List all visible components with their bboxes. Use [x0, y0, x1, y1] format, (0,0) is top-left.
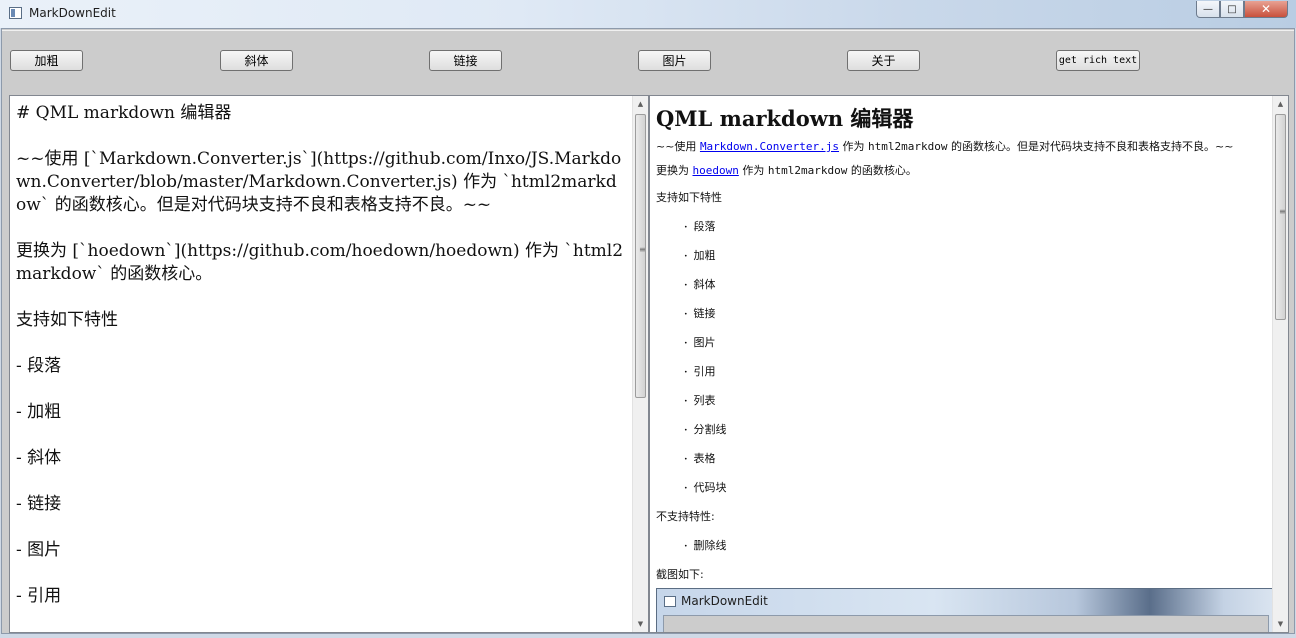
editor-scrollbar[interactable]: ▲ ≡ ▼	[632, 96, 648, 632]
image-button[interactable]: 图片	[638, 50, 711, 71]
list-item: 代码块	[684, 479, 1270, 495]
main-window: 加粗 斜体 链接 图片 关于 get rich text # QML markd…	[1, 28, 1295, 634]
inline-code: html2markdow	[767, 164, 848, 177]
window-title: MarkDownEdit	[29, 6, 116, 20]
screenshot-title: MarkDownEdit	[681, 594, 768, 608]
app-icon	[664, 596, 676, 607]
window-controls: — □ ✕	[1196, 1, 1288, 19]
features-list: 段落 加粗 斜体 链接 图片 引用 列表 分割线 表格 代码块	[656, 218, 1270, 495]
preview-text: 作为	[839, 140, 869, 153]
link-button[interactable]: 链接	[429, 50, 502, 71]
grip-icon: ≡	[639, 245, 646, 254]
editor-line: ~~使用 [`Markdown.Converter.js`](https://g…	[16, 149, 622, 215]
list-item: 图片	[684, 334, 1270, 350]
inline-code: html2markdow	[868, 140, 948, 153]
list-item: 链接	[684, 305, 1270, 321]
markdown-editor[interactable]: # QML markdown 编辑器 ~~使用 [`Markdown.Conve…	[9, 95, 649, 633]
preview-heading: QML markdown 编辑器	[656, 106, 914, 131]
preview-text: 的函数核心。但是对代码块支持不良和表格支持不良。~~	[947, 140, 1234, 153]
html-preview: QML markdown 编辑器 ~~使用 Markdown.Converter…	[649, 95, 1289, 633]
editor-line: - 引用	[16, 586, 62, 606]
hoedown-link[interactable]: hoedown	[693, 164, 739, 177]
editor-line: - 链接	[16, 494, 62, 514]
get-rich-text-button[interactable]: get rich text	[1056, 50, 1140, 71]
editor-line: - 加粗	[16, 402, 62, 422]
screenshot-window: 加粗 斜体	[663, 615, 1269, 632]
editor-scroll-thumb[interactable]: ≡	[635, 114, 646, 398]
preview-text: 的函数核心。	[847, 164, 917, 177]
scroll-down-arrow-icon[interactable]: ▼	[1273, 616, 1288, 632]
screenshot-label: 截图如下:	[656, 568, 704, 581]
list-item: 列表	[684, 392, 1270, 408]
list-item: 段落	[684, 218, 1270, 234]
title-bar: MarkDownEdit — □ ✕	[0, 0, 1296, 28]
minimize-button[interactable]: —	[1196, 1, 1220, 18]
preview-text: 作为	[738, 164, 768, 177]
preview-content: QML markdown 编辑器 ~~使用 Markdown.Converter…	[656, 100, 1274, 632]
close-button[interactable]: ✕	[1244, 1, 1288, 18]
grip-icon: ≡	[1279, 207, 1286, 216]
list-item: 删除线	[684, 537, 1270, 553]
list-item: 加粗	[684, 247, 1270, 263]
preview-text: 更换为	[656, 164, 693, 177]
editor-line: 更换为 [`hoedown`](https://github.com/hoedo…	[16, 241, 624, 284]
app-icon	[9, 7, 22, 19]
editor-line: - 斜体	[16, 448, 62, 468]
converter-link[interactable]: Markdown.Converter.js	[700, 140, 839, 153]
unsupported-label: 不支持特性:	[656, 510, 715, 523]
about-button[interactable]: 关于	[847, 50, 920, 71]
features-label: 支持如下特性	[656, 191, 722, 204]
preview-paragraph: 更换为 hoedown 作为 html2markdow 的函数核心。	[656, 165, 1270, 177]
list-item: 斜体	[684, 276, 1270, 292]
editor-line: - 段落	[16, 356, 62, 376]
bold-button[interactable]: 加粗	[10, 50, 83, 71]
editor-line: 支持如下特性	[16, 310, 118, 330]
maximize-button[interactable]: □	[1220, 1, 1244, 18]
list-item: 引用	[684, 363, 1270, 379]
preview-scroll-thumb[interactable]: ≡	[1275, 114, 1286, 320]
preview-scrollbar[interactable]: ▲ ≡ ▼	[1272, 96, 1288, 632]
scroll-down-arrow-icon[interactable]: ▼	[633, 616, 648, 632]
embedded-screenshot: MarkDownEdit 加粗 斜体	[656, 588, 1274, 632]
list-item: 分割线	[684, 421, 1270, 437]
scroll-up-arrow-icon[interactable]: ▲	[633, 96, 648, 112]
editor-text[interactable]: # QML markdown 编辑器 ~~使用 [`Markdown.Conve…	[16, 102, 626, 631]
scroll-up-arrow-icon[interactable]: ▲	[1273, 96, 1288, 112]
preview-text: ~~使用	[656, 140, 700, 153]
editor-line: - 图片	[16, 540, 62, 560]
list-item: 表格	[684, 450, 1270, 466]
italic-button[interactable]: 斜体	[220, 50, 293, 71]
unsupported-list: 删除线	[656, 537, 1270, 553]
toolbar-divider	[2, 30, 1294, 31]
preview-paragraph: ~~使用 Markdown.Converter.js 作为 html2markd…	[656, 141, 1270, 153]
editor-line: # QML markdown 编辑器	[16, 103, 232, 123]
